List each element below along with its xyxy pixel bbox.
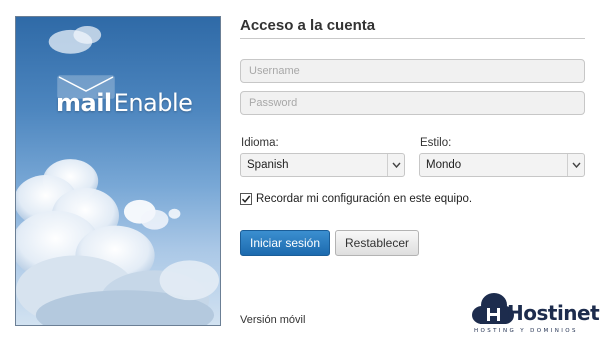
remember-label[interactable]: Recordar mi configuración en este equipo… bbox=[256, 193, 472, 205]
style-label: Estilo: bbox=[420, 137, 452, 149]
reset-button[interactable]: Restablecer bbox=[335, 230, 419, 256]
language-select[interactable]: Spanish bbox=[240, 153, 405, 177]
hostinet-name: Hostinet bbox=[507, 301, 600, 325]
style-select[interactable]: Mondo bbox=[419, 153, 585, 177]
logo-mail-part: mail bbox=[56, 75, 115, 117]
login-title: Acceso a la cuenta bbox=[240, 17, 376, 34]
language-label: Idioma: bbox=[241, 137, 279, 149]
style-select-value: Mondo bbox=[426, 159, 462, 171]
remember-row: Recordar mi configuración en este equipo… bbox=[240, 193, 472, 205]
mobile-version-link[interactable]: Versión móvil bbox=[240, 314, 305, 326]
brand-panel: mail Enable bbox=[15, 16, 221, 326]
title-divider bbox=[240, 38, 585, 39]
hostinet-tagline: HOSTING Y DOMINIOS bbox=[474, 328, 578, 334]
remember-checkbox[interactable] bbox=[240, 193, 252, 205]
username-input[interactable] bbox=[240, 59, 585, 83]
chevron-down-icon[interactable] bbox=[387, 154, 404, 176]
language-select-value: Spanish bbox=[247, 159, 289, 171]
cloud-background bbox=[16, 25, 220, 325]
checkmark-icon bbox=[241, 195, 251, 203]
login-button[interactable]: Iniciar sesión bbox=[240, 230, 330, 256]
chevron-down-icon[interactable] bbox=[567, 154, 584, 176]
hostinet-logo: Hostinet HOSTING Y DOMINIOS bbox=[470, 289, 600, 339]
logo-enable-text: Enable bbox=[113, 89, 193, 117]
password-input[interactable] bbox=[240, 91, 585, 115]
logo-mail-text: mail bbox=[56, 89, 112, 117]
mailenable-logo: mail Enable bbox=[56, 75, 193, 117]
